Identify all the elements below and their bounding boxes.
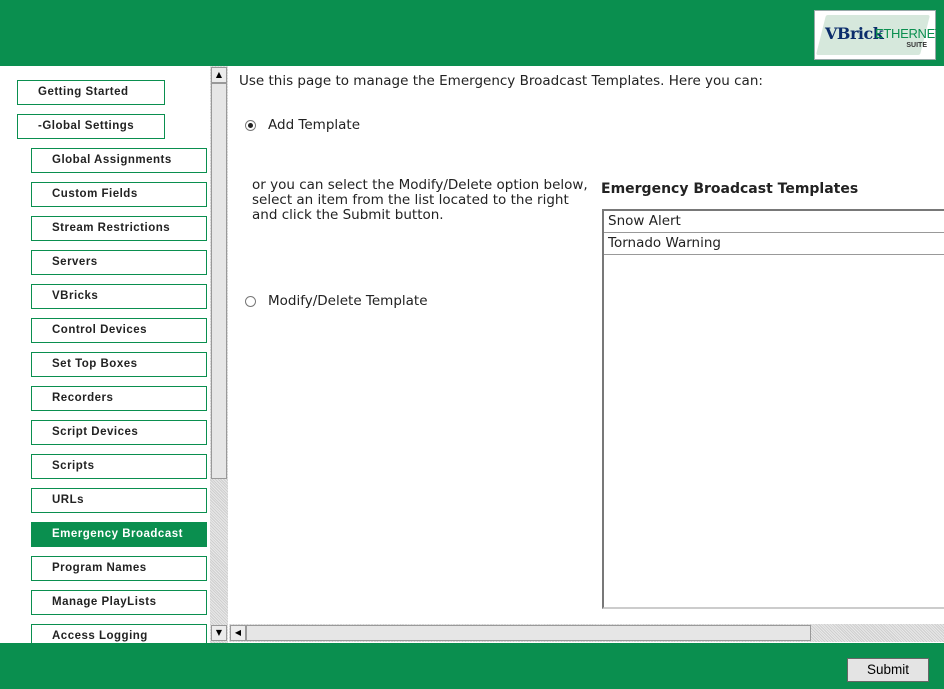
intro-text: Use this page to manage the Emergency Br… [239,73,763,89]
sidebar-item-set-top-boxes[interactable]: Set Top Boxes [31,352,207,377]
content-horizontal-scrollbar[interactable]: ◀ [229,624,944,642]
modify-delete-template-label: Modify/Delete Template [268,293,428,309]
main-content: Use this page to manage the Emergency Br… [229,66,944,624]
scroll-left-arrow-icon[interactable]: ◀ [230,625,246,641]
sidebar-vertical-scrollbar[interactable]: ▲ ▼ [210,66,228,643]
modify-instructions-text: or you can select the Modify/Delete opti… [252,177,588,223]
sidebar-nav: Getting Started -Global Settings Global … [0,66,210,643]
header-bar: VBrick ETHERNETV SUITE [0,0,944,66]
templates-listbox[interactable]: Snow Alert Tornado Warning [602,209,944,609]
footer-bar: Submit [0,643,944,689]
sidebar-item-control-devices[interactable]: Control Devices [31,318,207,343]
sidebar-item-manage-playlists[interactable]: Manage PlayLists [31,590,207,615]
vbrick-ethernetv-logo: VBrick ETHERNETV SUITE [814,10,944,60]
vertical-scroll-thumb[interactable] [211,83,227,479]
horizontal-scroll-thumb[interactable] [246,625,811,641]
scroll-down-arrow-icon[interactable]: ▼ [211,625,227,641]
template-list-item[interactable]: Tornado Warning [604,233,944,255]
submit-button[interactable]: Submit [847,658,929,682]
sidebar-item-global-settings[interactable]: -Global Settings [17,114,165,139]
sidebar-item-recorders[interactable]: Recorders [31,386,207,411]
sidebar-item-vbricks[interactable]: VBricks [31,284,207,309]
sidebar-item-emergency-broadcast[interactable]: Emergency Broadcast [31,522,207,547]
sidebar-item-global-assignments[interactable]: Global Assignments [31,148,207,173]
add-template-option[interactable]: Add Template [245,117,360,133]
modify-delete-template-radio[interactable] [245,295,256,307]
sidebar-item-getting-started[interactable]: Getting Started [17,80,165,105]
sidebar-item-servers[interactable]: Servers [31,250,207,275]
templates-list-title: Emergency Broadcast Templates [601,181,859,197]
sidebar-item-urls[interactable]: URLs [31,488,207,513]
scroll-up-arrow-icon[interactable]: ▲ [211,67,227,83]
logo-suite-text: SUITE [906,42,927,49]
sidebar-item-script-devices[interactable]: Script Devices [31,420,207,445]
sidebar-item-scripts[interactable]: Scripts [31,454,207,479]
sidebar-item-program-names[interactable]: Program Names [31,556,207,581]
sidebar-item-stream-restrictions[interactable]: Stream Restrictions [31,216,207,241]
sidebar-item-custom-fields[interactable]: Custom Fields [31,182,207,207]
add-template-radio[interactable] [245,119,256,131]
sidebar-item-access-logging[interactable]: Access Logging [31,624,207,643]
modify-delete-template-option[interactable]: Modify/Delete Template [245,293,428,309]
logo-product-text: ETHERNETV [875,26,944,41]
template-list-item[interactable]: Snow Alert [604,211,944,233]
add-template-label: Add Template [268,117,361,133]
